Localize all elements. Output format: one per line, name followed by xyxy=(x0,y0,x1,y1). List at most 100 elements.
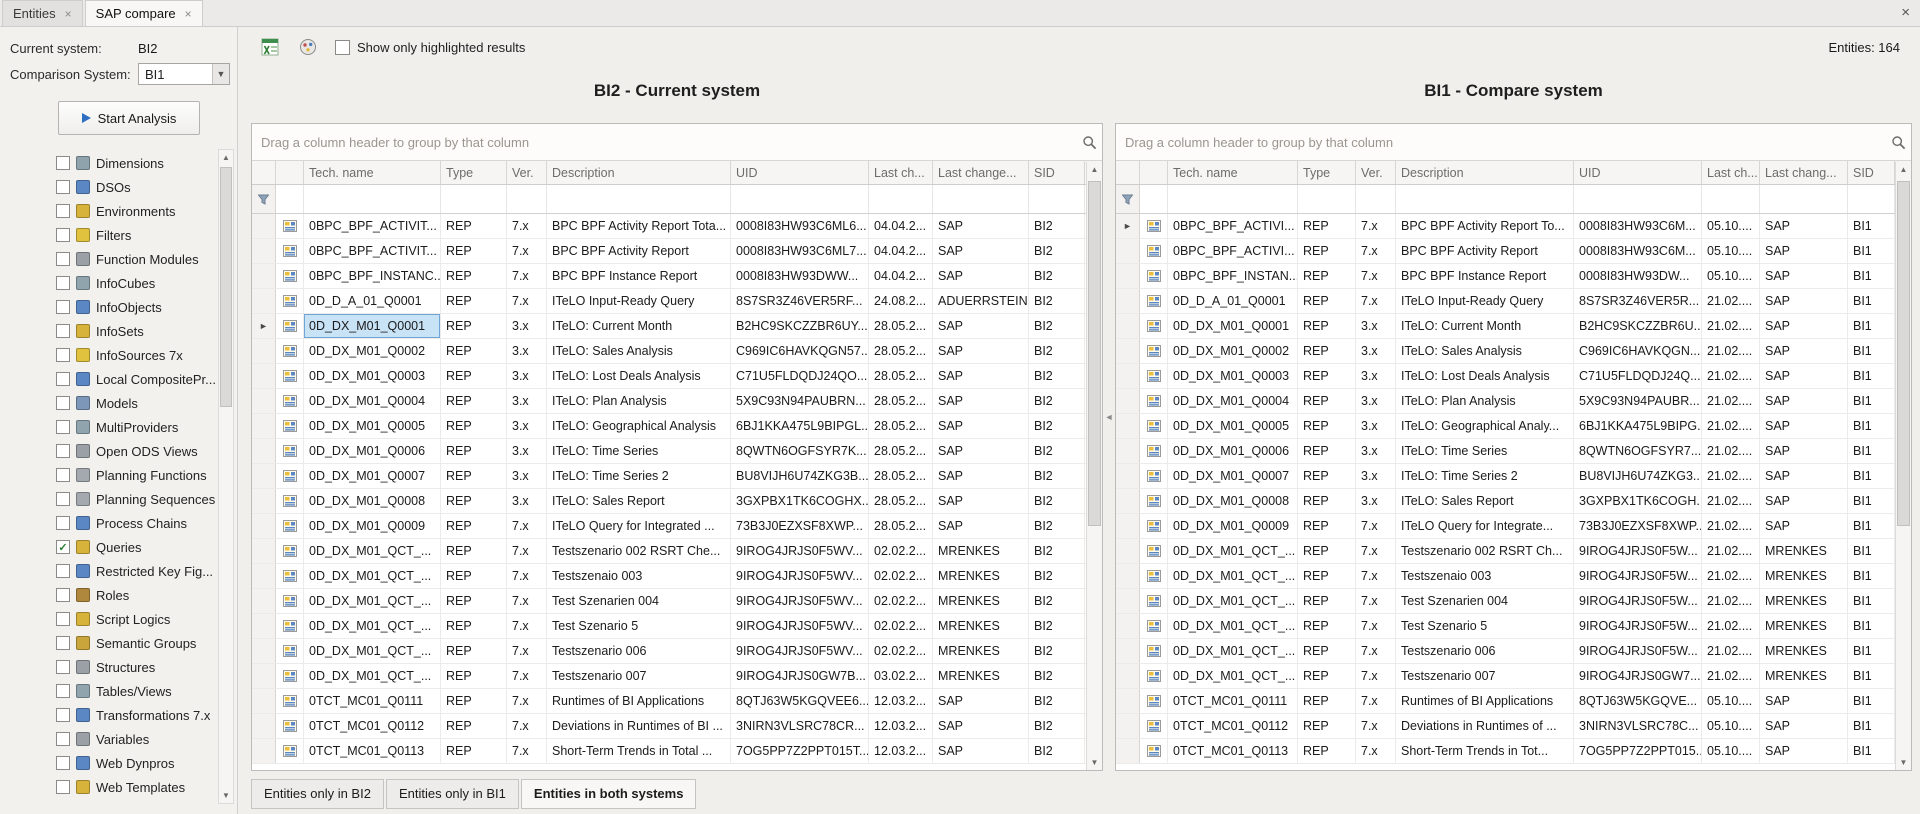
scrollbar-thumb[interactable] xyxy=(1088,181,1101,526)
cell-tech-name[interactable]: 0D_DX_M01_Q0006 xyxy=(1168,439,1298,463)
cell-sid[interactable]: BI2 xyxy=(1029,489,1085,513)
cell-last-changed-by[interactable]: MRENKES xyxy=(1760,664,1848,688)
cell-uid[interactable]: 3NIRN3VLSRC78C... xyxy=(1574,714,1702,738)
cell-uid[interactable]: 9IROG4JRJS0F5WV... xyxy=(731,539,869,563)
cell-uid[interactable]: C969IC6HAVKQGN... xyxy=(1574,339,1702,363)
checkbox[interactable] xyxy=(56,156,70,170)
filter-cell-uid[interactable] xyxy=(1574,185,1702,213)
cell-last-changed[interactable]: 02.02.2... xyxy=(869,539,933,563)
cell-last-changed[interactable]: 12.03.2... xyxy=(869,739,933,763)
column-header-last-changed-by[interactable]: Last change... xyxy=(933,161,1029,184)
cell-description[interactable]: Test Szenarien 004 xyxy=(1396,589,1574,613)
cell-type[interactable]: REP xyxy=(1298,664,1356,688)
grid-scrollbar[interactable]: ▲ ▼ xyxy=(1895,162,1911,770)
cell-sid[interactable]: BI2 xyxy=(1029,564,1085,588)
cell-last-changed-by[interactable]: SAP xyxy=(933,214,1029,238)
cell-uid[interactable]: 0008I83HW93DWW... xyxy=(731,264,869,288)
filter-cell-version[interactable] xyxy=(1356,185,1396,213)
checkbox[interactable] xyxy=(56,780,70,794)
checkbox[interactable] xyxy=(56,276,70,290)
cell-type[interactable]: REP xyxy=(441,589,507,613)
cell-version[interactable]: 3.x xyxy=(507,339,547,363)
cell-type[interactable]: REP xyxy=(1298,714,1356,738)
cell-last-changed-by[interactable]: SAP xyxy=(1760,739,1848,763)
tree-item-local-compositepr[interactable]: Local CompositePr... xyxy=(0,367,237,391)
cell-uid[interactable]: 6BJ1KKA475L9BIPGL... xyxy=(731,414,869,438)
cell-version[interactable]: 7.x xyxy=(1356,514,1396,538)
cell-last-changed-by[interactable]: MRENKES xyxy=(1760,564,1848,588)
grid-scrollbar[interactable]: ▲ ▼ xyxy=(1086,162,1102,770)
cell-sid[interactable]: BI1 xyxy=(1848,614,1895,638)
cell-last-changed-by[interactable]: SAP xyxy=(1760,489,1848,513)
tree-item-structures[interactable]: Structures xyxy=(0,655,237,679)
cell-description[interactable]: ITeLO: Geographical Analy... xyxy=(1396,414,1574,438)
cell-tech-name[interactable]: 0D_DX_M01_Q0008 xyxy=(304,489,441,513)
cell-version[interactable]: 7.x xyxy=(507,264,547,288)
cell-tech-name[interactable]: 0D_DX_M01_Q0009 xyxy=(1168,514,1298,538)
start-analysis-button[interactable]: Start Analysis xyxy=(58,101,200,135)
cell-last-changed[interactable]: 21.02.... xyxy=(1702,564,1760,588)
tree-item-function-modules[interactable]: Function Modules xyxy=(0,247,237,271)
cell-version[interactable]: 3.x xyxy=(507,489,547,513)
cell-tech-name[interactable]: 0D_DX_M01_Q0002 xyxy=(1168,339,1298,363)
comparison-system-select[interactable]: BI1 ▼ xyxy=(138,63,230,85)
cell-version[interactable]: 7.x xyxy=(507,214,547,238)
cell-last-changed-by[interactable]: SAP xyxy=(933,714,1029,738)
table-row[interactable]: 0D_DX_M01_QCT_...REP7.xTestszenario 0079… xyxy=(1116,664,1911,689)
cell-version[interactable]: 7.x xyxy=(1356,214,1396,238)
table-row[interactable]: 0D_DX_M01_QCT_...REP7.xTest Szenarien 00… xyxy=(1116,589,1911,614)
cell-description[interactable]: Testszenario 002 RSRT Che... xyxy=(547,539,731,563)
table-row[interactable]: 0BPC_BPF_INSTAN...REP7.xBPC BPF Instance… xyxy=(1116,264,1911,289)
cell-sid[interactable]: BI1 xyxy=(1848,339,1895,363)
table-row[interactable]: 0D_DX_M01_Q0005REP3.xITeLO: Geographical… xyxy=(1116,414,1911,439)
cell-tech-name[interactable]: 0D_DX_M01_Q0005 xyxy=(304,414,441,438)
cell-last-changed[interactable]: 21.02.... xyxy=(1702,539,1760,563)
cell-last-changed[interactable]: 02.02.2... xyxy=(869,614,933,638)
cell-description[interactable]: Test Szenario 5 xyxy=(547,614,731,638)
cell-tech-name[interactable]: 0D_DX_M01_QCT_... xyxy=(1168,614,1298,638)
cell-tech-name[interactable]: 0TCT_MC01_Q0111 xyxy=(304,689,441,713)
cell-type[interactable]: REP xyxy=(1298,739,1356,763)
tree-item-dimensions[interactable]: Dimensions xyxy=(0,151,237,175)
checkbox[interactable] xyxy=(56,612,70,626)
cell-version[interactable]: 3.x xyxy=(507,439,547,463)
cell-version[interactable]: 7.x xyxy=(1356,289,1396,313)
checkbox[interactable] xyxy=(56,252,70,266)
cell-tech-name[interactable]: 0D_DX_M01_QCT_... xyxy=(1168,589,1298,613)
cell-type[interactable]: REP xyxy=(1298,414,1356,438)
cell-description[interactable]: ITeLO: Plan Analysis xyxy=(1396,389,1574,413)
cell-last-changed[interactable]: 24.08.2... xyxy=(869,289,933,313)
tab-entities[interactable]: Entities × xyxy=(2,0,83,26)
cell-last-changed-by[interactable]: SAP xyxy=(1760,314,1848,338)
sidebar-scrollbar[interactable]: ▲ ▼ xyxy=(218,149,234,804)
cell-description[interactable]: ITeLO: Sales Analysis xyxy=(547,339,731,363)
cell-sid[interactable]: BI1 xyxy=(1848,514,1895,538)
cell-last-changed-by[interactable]: SAP xyxy=(1760,464,1848,488)
cell-version[interactable]: 3.x xyxy=(507,364,547,388)
cell-uid[interactable]: 8S7SR3Z46VER5RF... xyxy=(731,289,869,313)
cell-description[interactable]: Deviations in Runtimes of BI ... xyxy=(547,714,731,738)
cell-type[interactable]: REP xyxy=(1298,439,1356,463)
checkbox[interactable] xyxy=(56,468,70,482)
cell-last-changed-by[interactable]: SAP xyxy=(1760,289,1848,313)
table-row[interactable]: 0BPC_BPF_INSTANC...REP7.xBPC BPF Instanc… xyxy=(252,264,1102,289)
cell-sid[interactable]: BI2 xyxy=(1029,214,1085,238)
checkbox[interactable] xyxy=(56,516,70,530)
cell-tech-name[interactable]: 0TCT_MC01_Q0113 xyxy=(1168,739,1298,763)
checkbox[interactable] xyxy=(56,732,70,746)
show-only-highlighted-checkbox[interactable]: Show only highlighted results xyxy=(335,40,525,55)
column-header-tech-name[interactable]: Tech. name xyxy=(304,161,441,184)
cell-type[interactable]: REP xyxy=(1298,239,1356,263)
cell-description[interactable]: ITeLO: Current Month xyxy=(547,314,731,338)
cell-description[interactable]: Testszenario 002 RSRT Ch... xyxy=(1396,539,1574,563)
cell-last-changed[interactable]: 21.02.... xyxy=(1702,314,1760,338)
cell-last-changed[interactable]: 28.05.2... xyxy=(869,489,933,513)
cell-version[interactable]: 3.x xyxy=(507,464,547,488)
tree-item-environments[interactable]: Environments xyxy=(0,199,237,223)
table-row[interactable]: 0D_DX_M01_Q0006REP3.xITeLO: Time Series8… xyxy=(1116,439,1911,464)
cell-version[interactable]: 3.x xyxy=(1356,489,1396,513)
cell-last-changed[interactable]: 02.02.2... xyxy=(869,564,933,588)
cell-version[interactable]: 7.x xyxy=(507,564,547,588)
cell-type[interactable]: REP xyxy=(441,239,507,263)
cell-version[interactable]: 7.x xyxy=(1356,614,1396,638)
